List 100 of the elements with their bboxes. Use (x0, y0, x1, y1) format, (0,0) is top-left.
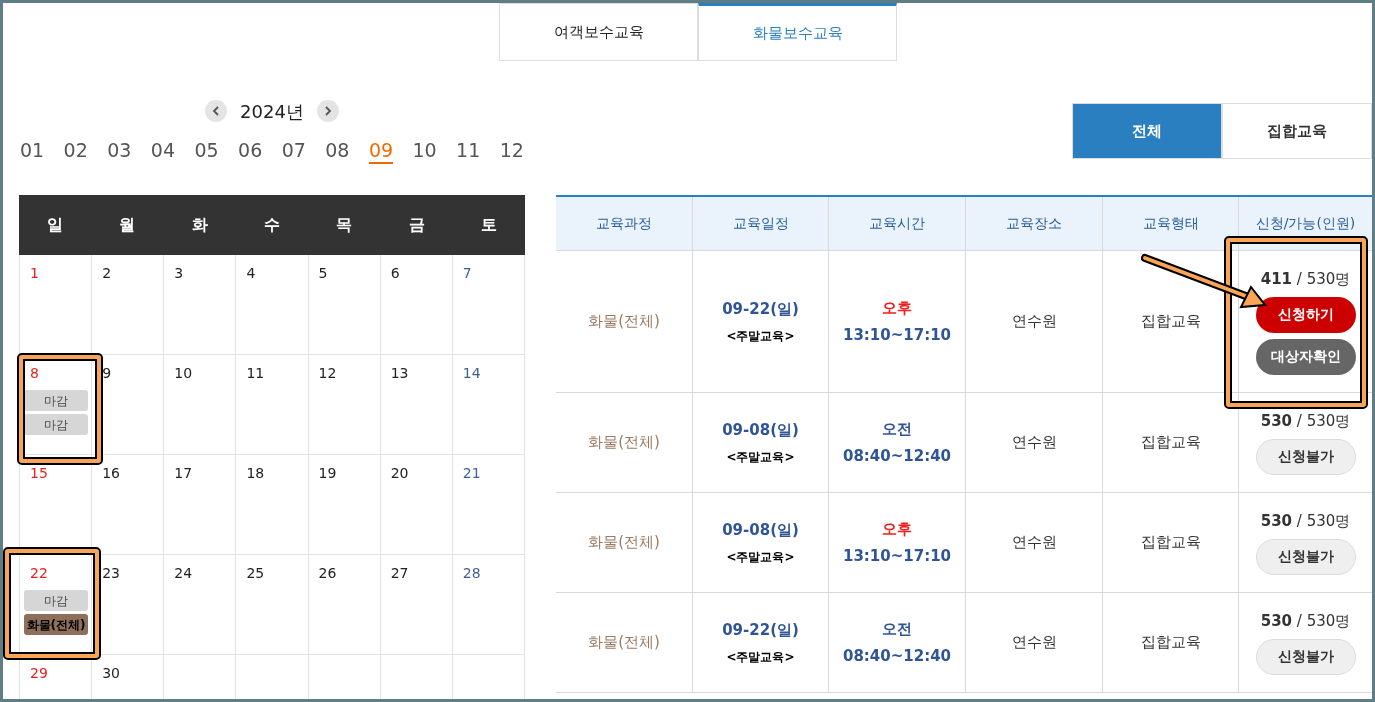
weekend-note: <주말교육> (726, 327, 795, 345)
month-tab[interactable]: 04 (150, 138, 175, 164)
calendar-day: 6 (384, 263, 448, 284)
calendar-day: 14 (456, 363, 520, 384)
course-date: 09-08(일) (722, 420, 799, 442)
course-event-tag[interactable]: 화물(전체) (24, 614, 88, 635)
weekend-note: <주말교육> (726, 648, 795, 666)
next-year-button[interactable] (316, 100, 339, 122)
month-tab[interactable]: 06 (238, 138, 263, 164)
course-time: 08:40~12:40 (842, 445, 952, 467)
course-place: 연수원 (1011, 311, 1057, 333)
previous-year-button[interactable] (205, 100, 228, 122)
course-name: 화물(전체) (588, 632, 660, 654)
calendar-day: 21 (456, 463, 520, 484)
chevron-left-icon (212, 106, 221, 116)
calendar-day: 13 (384, 363, 448, 384)
weekday-header: 화 (190, 214, 209, 236)
column-header: 교육장소 (965, 197, 1102, 250)
calendar-day: 17 (168, 463, 232, 484)
closed-event-tag[interactable]: 마감 (24, 590, 88, 611)
course-place: 연수원 (1011, 632, 1057, 654)
time-period: 오전 (882, 419, 912, 440)
unavailable-button[interactable]: 신청불가 (1255, 538, 1356, 575)
calendar-day: 23 (96, 563, 160, 584)
calendar-day: 8 (24, 363, 88, 384)
tab[interactable]: 화물보수교육 (698, 3, 897, 61)
course-time: 08:40~12:40 (842, 645, 952, 667)
year-label: 2024년 (240, 99, 304, 124)
month-tab[interactable]: 01 (20, 138, 45, 164)
course-type: 집합교육 (1140, 432, 1201, 454)
calendar-day: 3 (168, 263, 232, 284)
calendar-day: 4 (240, 263, 304, 284)
calendar-day: 20 (384, 463, 448, 484)
calendar-day: 7 (456, 263, 520, 284)
calendar-day: 10 (168, 363, 232, 384)
course-time: 13:10~17:10 (842, 545, 952, 567)
month-tab[interactable]: 05 (194, 138, 219, 164)
closed-event-tag[interactable]: 마감 (24, 390, 88, 411)
weekday-header: 월 (118, 214, 137, 236)
month-tab[interactable]: 03 (107, 138, 132, 164)
closed-event-tag[interactable]: 마감 (24, 414, 88, 435)
apply-button[interactable]: 신청하기 (1255, 296, 1356, 333)
weekday-header: 금 (407, 214, 426, 236)
calendar-day: 12 (312, 363, 376, 384)
month-tab[interactable]: 11 (456, 138, 481, 164)
calendar-day: 9 (96, 363, 160, 384)
weekday-header: 목 (335, 214, 354, 236)
column-header: 교육시간 (828, 197, 965, 250)
calendar-day: 15 (24, 463, 88, 484)
weekend-note: <주말교육> (726, 548, 795, 566)
course-type: 집합교육 (1140, 311, 1201, 333)
enrollment-count: 530 / 530명 (1260, 411, 1351, 433)
eligibility-check-button[interactable]: 대상자확인 (1255, 338, 1356, 375)
calendar-day: 5 (312, 263, 376, 284)
calendar-day: 2 (96, 263, 160, 284)
course-place: 연수원 (1011, 532, 1057, 554)
calendar-day: 30 (96, 663, 160, 684)
month-tab[interactable]: 07 (281, 138, 306, 164)
calendar-day: 22 (24, 563, 88, 584)
weekday-header: 토 (479, 214, 498, 236)
unavailable-button[interactable]: 신청불가 (1255, 438, 1356, 475)
course-name: 화물(전체) (588, 432, 660, 454)
unavailable-button[interactable]: 신청불가 (1255, 638, 1356, 675)
weekend-note: <주말교육> (726, 448, 795, 466)
time-period: 오후 (882, 519, 912, 540)
course-type: 집합교육 (1140, 632, 1201, 654)
calendar-day: 18 (240, 463, 304, 484)
time-period: 오전 (882, 619, 912, 640)
filter-tab[interactable]: 집합교육 (1222, 103, 1372, 159)
calendar-day: 25 (240, 563, 304, 584)
course-type: 집합교육 (1140, 532, 1201, 554)
column-header: 교육형태 (1102, 197, 1238, 250)
course-date: 09-22(일) (722, 299, 799, 321)
calendar-day: 29 (24, 663, 88, 684)
month-tab[interactable]: 08 (325, 138, 350, 164)
month-tab[interactable]: 10 (412, 138, 437, 164)
course-name: 화물(전체) (588, 311, 660, 333)
course-time: 13:10~17:10 (842, 324, 952, 346)
tab[interactable]: 여객보수교육 (499, 3, 698, 61)
course-place: 연수원 (1011, 432, 1057, 454)
calendar-day: 19 (312, 463, 376, 484)
filter-tab[interactable]: 전체 (1072, 103, 1222, 159)
enrollment-count: 411 / 530명 (1260, 269, 1351, 291)
course-name: 화물(전체) (588, 532, 660, 554)
calendar-day: 1 (24, 263, 88, 284)
chevron-right-icon (323, 106, 332, 116)
month-tab[interactable]: 02 (63, 138, 88, 164)
enrollment-count: 530 / 530명 (1260, 611, 1351, 633)
course-date: 09-22(일) (722, 620, 799, 642)
calendar-day: 24 (168, 563, 232, 584)
column-header: 교육과정 (595, 214, 653, 233)
enrollment-count: 530 / 530명 (1260, 511, 1351, 533)
course-date: 09-08(일) (722, 520, 799, 542)
month-tab[interactable]: 12 (499, 138, 524, 164)
calendar-day: 11 (240, 363, 304, 384)
weekday-header: 일 (46, 214, 65, 236)
column-header: 신청/가능(인원) (1238, 197, 1372, 250)
calendar-day: 16 (96, 463, 160, 484)
calendar-day: 28 (456, 563, 520, 584)
calendar-day: 26 (312, 563, 376, 584)
